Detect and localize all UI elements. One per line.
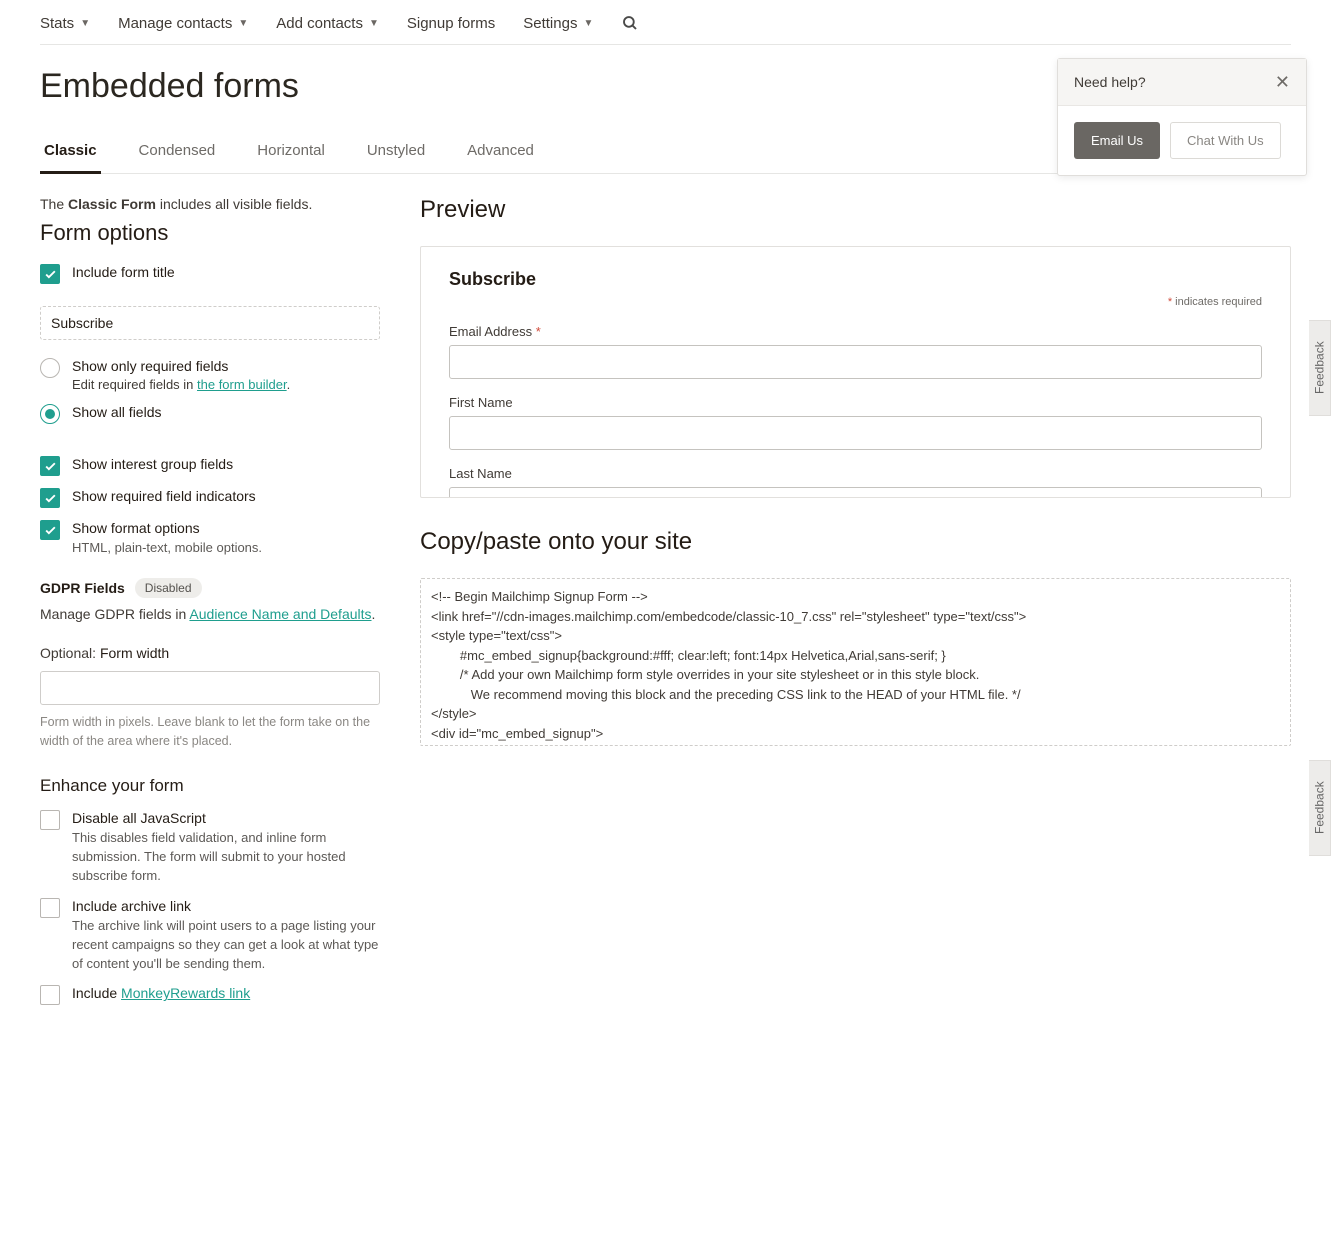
required-indicators-checkbox[interactable] xyxy=(40,488,60,508)
feedback-tab[interactable]: Feedback xyxy=(1309,760,1331,856)
check-icon xyxy=(44,268,57,281)
email-us-button[interactable]: Email Us xyxy=(1074,122,1160,159)
tab-horizontal[interactable]: Horizontal xyxy=(253,134,329,173)
check-icon xyxy=(44,460,57,473)
preview-form-title: Subscribe xyxy=(449,269,1262,290)
format-options-hint: HTML, plain-text, mobile options. xyxy=(72,539,380,558)
disable-js-label: Disable all JavaScript xyxy=(72,810,380,826)
form-width-input[interactable] xyxy=(40,671,380,705)
preview-email-input[interactable] xyxy=(449,345,1262,379)
disable-js-hint: This disables field validation, and inli… xyxy=(72,829,380,886)
form-builder-link[interactable]: the form builder xyxy=(197,377,287,392)
monkeyrewards-label: Include MonkeyRewards link xyxy=(72,985,380,1001)
radio-dot-icon xyxy=(45,409,55,419)
search-icon xyxy=(621,14,639,32)
monkeyrewards-checkbox[interactable] xyxy=(40,985,60,1005)
form-options-heading: Form options xyxy=(40,220,380,246)
tab-advanced[interactable]: Advanced xyxy=(463,134,538,173)
show-all-label: Show all fields xyxy=(72,404,380,420)
copy-paste-heading: Copy/paste onto your site xyxy=(420,528,1291,556)
form-width-hint: Form width in pixels. Leave blank to let… xyxy=(40,713,380,751)
feedback-tab[interactable]: Feedback xyxy=(1309,320,1331,416)
nav-signup-label: Signup forms xyxy=(407,15,495,32)
show-required-only-radio[interactable] xyxy=(40,358,60,378)
chevron-down-icon: ▼ xyxy=(80,18,90,29)
chevron-down-icon: ▼ xyxy=(238,18,248,29)
format-options-label: Show format options xyxy=(72,520,380,536)
check-icon xyxy=(44,524,57,537)
archive-link-hint: The archive link will point users to a p… xyxy=(72,917,380,974)
archive-link-checkbox[interactable] xyxy=(40,898,60,918)
nav-manage-label: Manage contacts xyxy=(118,15,232,32)
required-indicators-label: Show required field indicators xyxy=(72,488,380,504)
nav-add-contacts[interactable]: Add contacts ▼ xyxy=(276,15,379,32)
preview-firstname-label: First Name xyxy=(449,395,1262,410)
intro-text: The Classic Form includes all visible fi… xyxy=(40,196,380,212)
close-icon[interactable]: ✕ xyxy=(1275,73,1290,91)
show-all-fields-radio[interactable] xyxy=(40,404,60,424)
top-nav: Stats ▼ Manage contacts ▼ Add contacts ▼… xyxy=(40,0,1291,45)
help-popover: Need help? ✕ Email Us Chat With Us xyxy=(1057,58,1307,176)
preview-heading: Preview xyxy=(420,196,1291,224)
monkeyrewards-link[interactable]: MonkeyRewards link xyxy=(121,985,250,1001)
nav-manage-contacts[interactable]: Manage contacts ▼ xyxy=(118,15,248,32)
preview-frame[interactable]: Subscribe * indicates required Email Add… xyxy=(420,246,1291,498)
preview-email-label: Email Address * xyxy=(449,324,1262,339)
tab-classic[interactable]: Classic xyxy=(40,134,101,174)
preview-panel: Preview Subscribe * indicates required E… xyxy=(420,196,1291,1017)
nav-signup-forms[interactable]: Signup forms xyxy=(407,15,495,32)
gdpr-hint: Manage GDPR fields in Audience Name and … xyxy=(40,604,380,625)
preview-required-note: * indicates required xyxy=(449,296,1262,308)
required-hint: Edit required fields in the form builder… xyxy=(72,377,380,392)
gdpr-fields-label: GDPR Fields xyxy=(40,580,125,596)
archive-link-label: Include archive link xyxy=(72,898,380,914)
disable-js-checkbox[interactable] xyxy=(40,810,60,830)
nav-stats[interactable]: Stats ▼ xyxy=(40,15,90,32)
help-title: Need help? xyxy=(1074,74,1146,90)
nav-add-label: Add contacts xyxy=(276,15,363,32)
audience-defaults-link[interactable]: Audience Name and Defaults xyxy=(189,606,371,622)
embed-code-textarea[interactable]: <!-- Begin Mailchimp Signup Form --> <li… xyxy=(420,578,1291,746)
preview-lastname-input[interactable] xyxy=(449,487,1262,498)
interest-groups-label: Show interest group fields xyxy=(72,456,380,472)
nav-stats-label: Stats xyxy=(40,15,74,32)
show-required-only-label: Show only required fields xyxy=(72,358,380,374)
include-title-label: Include form title xyxy=(72,264,380,280)
options-panel: The Classic Form includes all visible fi… xyxy=(40,196,380,1017)
gdpr-disabled-badge: Disabled xyxy=(135,578,202,598)
check-icon xyxy=(44,492,57,505)
tab-condensed[interactable]: Condensed xyxy=(135,134,220,173)
chat-with-us-button[interactable]: Chat With Us xyxy=(1170,122,1281,159)
format-options-checkbox[interactable] xyxy=(40,520,60,540)
enhance-form-heading: Enhance your form xyxy=(40,776,380,796)
preview-lastname-label: Last Name xyxy=(449,466,1262,481)
chevron-down-icon: ▼ xyxy=(583,18,593,29)
chevron-down-icon: ▼ xyxy=(369,18,379,29)
form-width-label: Optional: Form width xyxy=(40,645,380,661)
interest-groups-checkbox[interactable] xyxy=(40,456,60,476)
tab-unstyled[interactable]: Unstyled xyxy=(363,134,429,173)
nav-settings[interactable]: Settings ▼ xyxy=(523,15,593,32)
form-title-input[interactable] xyxy=(40,306,380,340)
nav-search[interactable] xyxy=(621,14,639,32)
include-title-checkbox[interactable] xyxy=(40,264,60,284)
nav-settings-label: Settings xyxy=(523,15,577,32)
preview-firstname-input[interactable] xyxy=(449,416,1262,450)
